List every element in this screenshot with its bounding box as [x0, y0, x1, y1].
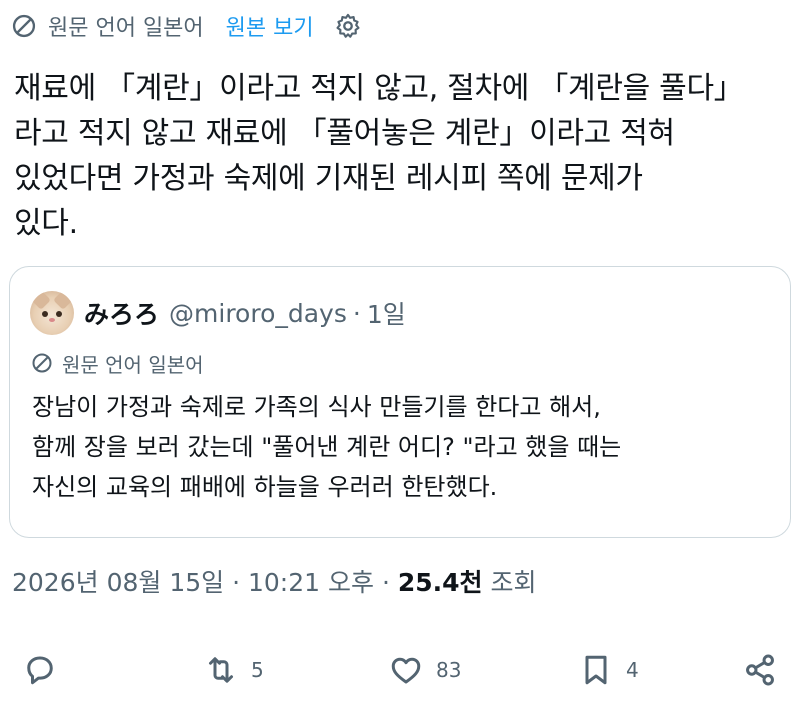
quoted-tweet[interactable]: みろろ @miroro_days · 1일 원문 언어 일본어 장남이 가정과 … [9, 266, 791, 538]
tweet-text: 재료에 「계란」이라고 적지 않고, 절차에 「계란을 풀다」 라고 적지 않고… [14, 66, 786, 246]
bookmark-button[interactable]: 4 [578, 650, 639, 690]
separator-dot: · [232, 568, 241, 597]
share-button[interactable] [742, 650, 778, 690]
bookmark-icon [585, 655, 607, 685]
tweet-line: 있었다면 가정과 숙제에 기재된 레시피 쪽에 문제가 [14, 161, 643, 196]
quoted-author-handle[interactable]: @miroro_days [169, 299, 347, 328]
bookmark-count: 4 [626, 658, 639, 682]
quoted-tweet-text: 장남이 가정과 숙제로 가족의 식사 만들기를 한다고 해서, 함께 장을 보러… [32, 387, 772, 507]
view-original-link[interactable]: 원본 보기 [226, 10, 314, 42]
quoted-timestamp[interactable]: 1일 [367, 295, 406, 331]
reply-icon [27, 656, 53, 685]
retweet-icon [209, 657, 233, 683]
separator-dot: · [352, 298, 361, 328]
quoted-author-name[interactable]: みろろ [84, 295, 159, 331]
like-count: 83 [436, 658, 462, 682]
quoted-line: 장남이 가정과 숙제로 가족의 식사 만들기를 한다고 해서, [32, 393, 601, 421]
separator-dot: · [381, 568, 390, 597]
quoted-line: 함께 장을 보러 갔는데 "풀어낸 계란 어디? "라고 했을 때는 [32, 433, 622, 461]
heart-icon [391, 657, 421, 684]
source-language-label: 원문 언어 일본어 [48, 16, 204, 41]
view-count: 25.4천 [397, 568, 483, 597]
quoted-tweet-header: みろろ @miroro_days · 1일 [30, 291, 406, 335]
translate-icon [12, 14, 36, 38]
like-button[interactable]: 83 [388, 650, 461, 690]
gear-icon[interactable] [334, 12, 362, 40]
tweet-line: 재료에 「계란」이라고 적지 않고, 절차에 「계란을 풀다」 [14, 71, 744, 106]
source-language-label: 원문 언어 일본어 [62, 352, 204, 377]
translation-bar: 원문 언어 일본어 원본 보기 [10, 6, 362, 46]
tweet-line: 있다. [14, 206, 78, 241]
retweet-button[interactable]: 5 [203, 650, 264, 690]
tweet-meta: 2026년 08월 15일 · 10:21 오후 · 25.4천 조회 [12, 563, 537, 599]
avatar[interactable] [30, 291, 74, 335]
retweet-count: 5 [251, 658, 264, 682]
action-bar: 5 83 4 [0, 640, 800, 700]
tweet-line: 라고 적지 않고 재료에 「풀어놓은 계란」이라고 적혀 [14, 116, 675, 151]
reply-button[interactable] [22, 650, 70, 690]
quoted-line: 자신의 교육의 패배에 하늘을 우러러 한탄했다. [32, 473, 498, 501]
tweet-date[interactable]: 2026년 08월 15일 [12, 568, 224, 597]
tweet-time[interactable]: 10:21 오후 [248, 568, 374, 597]
view-count-label: 조회 [490, 568, 537, 597]
share-icon [746, 654, 774, 686]
quoted-translation-bar: 원문 언어 일본어 [30, 347, 204, 379]
translate-icon [32, 353, 52, 373]
